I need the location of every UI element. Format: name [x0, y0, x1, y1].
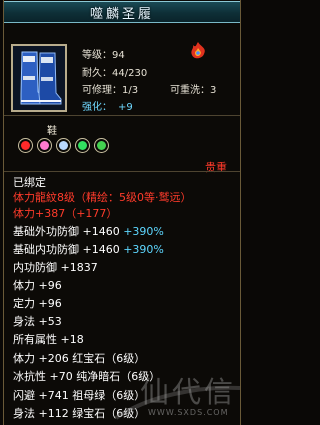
green-gem-icon[interactable] — [75, 138, 90, 153]
base-outer-defense-text: 基础外功防御 +1460 — [13, 225, 124, 238]
item-type-label: 鞋 — [47, 126, 57, 137]
watermark-text: 仙代信 — [140, 375, 237, 409]
base-inner-defense-percent: +390% — [123, 243, 164, 256]
blue-white-gem-icon[interactable] — [56, 138, 71, 153]
bound-status: 已绑定 — [13, 176, 46, 189]
item-tooltip: 噬麟圣履 等级：94 耐久：44/230 可修理：1/3 可重洗：3 强化： +9 — [3, 0, 241, 425]
item-rewash-count: 可重洗：3 — [170, 85, 217, 96]
green-gem-icon-2[interactable] — [94, 138, 109, 153]
red-gem-icon[interactable] — [18, 138, 33, 153]
red-flame-emblem-icon — [191, 42, 205, 59]
enhance-label: 强化： — [82, 102, 112, 113]
blue-boots-icon — [13, 46, 65, 110]
item-title-bar: 噬麟圣履 — [4, 1, 240, 23]
inner-defense-line: 内功防御 +1837 — [13, 261, 98, 274]
base-inner-defense-text: 基础内功防御 +1460 — [13, 243, 124, 256]
base-inner-defense: 基础内功防御 +1460 +390% — [13, 243, 164, 257]
attribute-section — [4, 171, 240, 172]
gem-ruby-line: 体力 +206 红宝石（6级） — [13, 352, 146, 365]
watermark-url: WWW.SXDS.COM — [148, 408, 229, 417]
all-attributes-line: 所有属性 +18 — [13, 333, 84, 346]
item-title: 噬麟圣履 — [89, 6, 154, 22]
item-repair-count: 可修理：1/3 — [82, 85, 139, 96]
base-outer-defense: 基础外功防御 +1460 +390% — [13, 225, 164, 239]
item-quality: 贵重 — [205, 161, 227, 174]
item-summary-panel: 等级：94 耐久：44/230 可修理：1/3 可重洗：3 强化： +9 — [4, 24, 240, 116]
item-level: 等级：94 — [82, 50, 125, 61]
item-enhance-row: 强化： +9 — [82, 98, 133, 113]
base-outer-defense-percent: +390% — [123, 225, 164, 238]
stamina-bonus-line: 体力+387（+177） — [13, 207, 118, 220]
enhance-value: +9 — [118, 102, 133, 113]
pink-gem-icon[interactable] — [37, 138, 52, 153]
focus-line: 定力 +96 — [13, 297, 62, 310]
agility-line: 身法 +53 — [13, 315, 62, 328]
stamina-line: 体力 +96 — [13, 279, 62, 292]
dragon-pattern-line: 体力龍紋8级（精绘：5级0等·鹫远） — [13, 191, 192, 204]
item-icon-frame[interactable] — [11, 44, 67, 112]
gem-slots — [18, 138, 109, 153]
item-durability: 耐久：44/230 — [82, 68, 148, 79]
